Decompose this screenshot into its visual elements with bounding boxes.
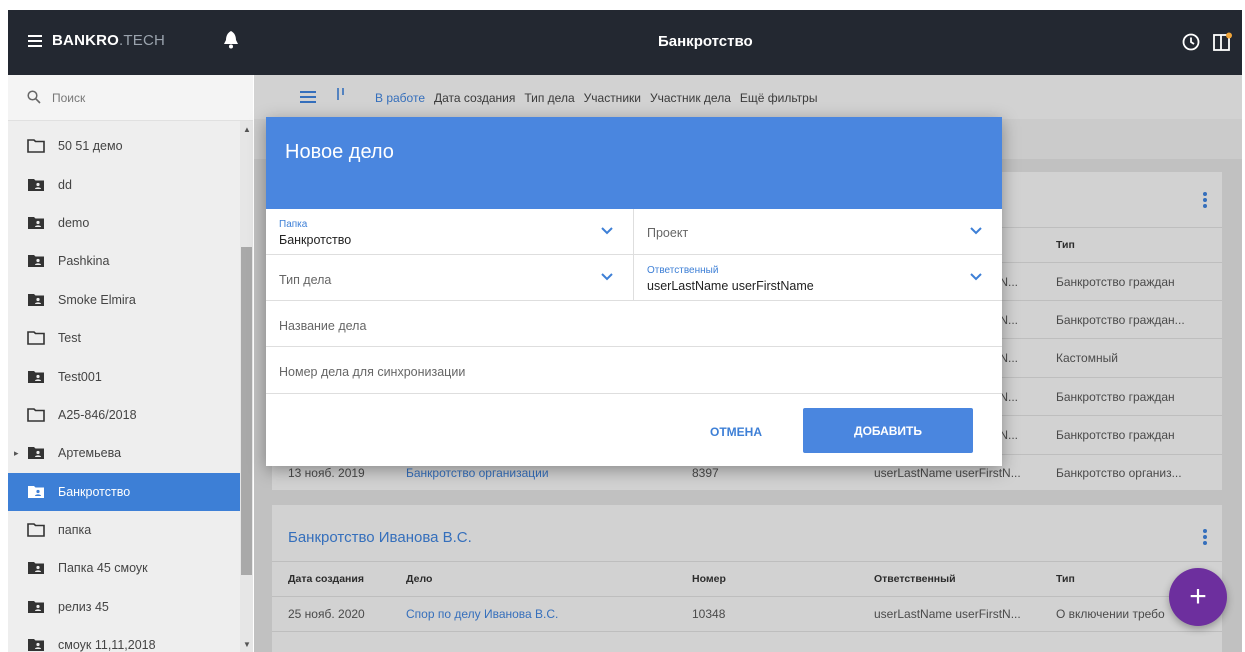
brand-suffix: .TECH bbox=[119, 32, 166, 49]
case-type-placeholder: Тип дела bbox=[279, 273, 332, 287]
sidebar-folder-item[interactable]: demo bbox=[8, 204, 240, 242]
search-icon bbox=[27, 90, 41, 104]
case-type-select[interactable]: Тип дела bbox=[266, 255, 633, 301]
folder-shared-icon bbox=[27, 370, 45, 384]
folder-shared-icon bbox=[27, 561, 45, 575]
sidebar-folder-item[interactable]: Банкротство bbox=[8, 472, 240, 511]
folder-shared-icon bbox=[27, 446, 45, 460]
sidebar-folder-item[interactable]: Test bbox=[8, 319, 240, 357]
folder-label: Smoke Elmira bbox=[58, 292, 136, 307]
folder-label: релиз 45 bbox=[58, 599, 109, 614]
chevron-down-icon bbox=[601, 273, 613, 281]
folder-shared-icon bbox=[27, 638, 45, 652]
chevron-down-icon bbox=[601, 227, 613, 235]
cancel-button[interactable]: ОТМЕНА bbox=[696, 417, 776, 447]
sidebar: Поиск 50 51 демо dd demo Pashkina Smoke Elmi… bbox=[8, 75, 253, 652]
field-divider bbox=[633, 209, 634, 301]
brand-name: BANKRO bbox=[52, 32, 120, 49]
folder-shared-icon bbox=[27, 178, 45, 192]
project-placeholder: Проект bbox=[647, 226, 689, 240]
folder-shared-icon bbox=[27, 485, 45, 499]
clock-icon[interactable] bbox=[1182, 33, 1200, 51]
sidebar-folder-item[interactable]: смоук 11,11,2018 bbox=[8, 626, 240, 652]
folder-label: смоук 11,11,2018 bbox=[58, 638, 156, 652]
expand-arrow-icon[interactable]: ▸ bbox=[14, 448, 19, 459]
search-input[interactable]: Поиск bbox=[52, 91, 85, 105]
folder-select[interactable]: Папка Банкротство bbox=[266, 209, 633, 255]
folder-list: 50 51 демо dd demo Pashkina Smoke Elmira Test… bbox=[8, 127, 240, 652]
folder-shared-icon bbox=[27, 254, 45, 268]
sync-number-placeholder: Номер дела для синхронизации bbox=[279, 365, 466, 379]
menu-icon[interactable] bbox=[28, 35, 42, 47]
new-case-dialog: Новое дело Папка Банкротство Проект Тип … bbox=[266, 117, 1002, 466]
page-title: Банкротство bbox=[658, 33, 753, 50]
sidebar-folder-item[interactable]: релиз 45 bbox=[8, 588, 240, 626]
case-name-input[interactable]: Название дела bbox=[266, 301, 1002, 347]
folder-label: Папка 45 смоук bbox=[58, 561, 148, 576]
folder-label: dd bbox=[58, 177, 72, 192]
dialog-header: Новое дело bbox=[266, 117, 1002, 209]
search-box[interactable]: Поиск bbox=[8, 75, 253, 121]
folder-label: Артемьева bbox=[58, 446, 122, 461]
top-app-bar: BANKRO.TECH Банкротство bbox=[8, 10, 1242, 75]
project-select[interactable]: Проект bbox=[634, 209, 1002, 255]
sidebar-folder-item[interactable]: Smoke Elmira bbox=[8, 281, 240, 319]
folder-label: Test001 bbox=[58, 369, 102, 384]
sidebar-folder-item[interactable]: А25-846/2018 bbox=[8, 396, 240, 434]
responsible-label: Ответственный bbox=[647, 265, 719, 276]
dialog-title: Новое дело bbox=[285, 141, 394, 163]
add-button[interactable]: ДОБАВИТЬ bbox=[803, 408, 973, 453]
chevron-down-icon bbox=[970, 273, 982, 281]
responsible-value: userLastName userFirstName bbox=[647, 279, 814, 293]
sidebar-folder-item[interactable]: dd bbox=[8, 165, 240, 203]
folder-label: А25-846/2018 bbox=[58, 407, 137, 422]
folder-shared-icon bbox=[27, 216, 45, 230]
brand-logo: BANKRO.TECH bbox=[52, 32, 165, 49]
folder-label: Pashkina bbox=[58, 254, 110, 269]
folder-label: Банкротство bbox=[58, 484, 131, 499]
folder-label: demo bbox=[58, 215, 90, 230]
sidebar-folder-item[interactable]: Папка 45 смоук bbox=[8, 549, 240, 587]
add-case-fab[interactable]: + bbox=[1169, 568, 1227, 626]
bell-icon[interactable] bbox=[223, 30, 239, 50]
chevron-down-icon bbox=[970, 227, 982, 235]
folder-outline-icon bbox=[27, 331, 45, 345]
folder-value: Банкротство bbox=[279, 233, 352, 247]
sidebar-folder-item[interactable]: ▸ Артемьева bbox=[8, 434, 240, 472]
sync-number-input[interactable]: Номер дела для синхронизации bbox=[266, 347, 1002, 394]
sidebar-folder-item[interactable]: Pashkina bbox=[8, 242, 240, 280]
sidebar-scroll-thumb[interactable] bbox=[241, 247, 252, 575]
scroll-down-arrow-icon[interactable]: ▼ bbox=[243, 640, 251, 649]
folder-shared-icon bbox=[27, 293, 45, 307]
folder-shared-icon bbox=[27, 600, 45, 614]
folder-label: 50 51 демо bbox=[58, 139, 123, 154]
responsible-select[interactable]: Ответственный userLastName userFirstName bbox=[634, 255, 1002, 301]
scroll-up-arrow-icon[interactable]: ▲ bbox=[243, 125, 251, 134]
folder-label: Папка bbox=[279, 219, 308, 230]
folder-label: Test bbox=[58, 331, 81, 346]
folder-label: папка bbox=[58, 523, 92, 538]
sidebar-folder-item[interactable]: Test001 bbox=[8, 357, 240, 395]
folder-outline-icon bbox=[27, 523, 45, 537]
case-name-placeholder: Название дела bbox=[279, 319, 367, 333]
folder-outline-icon bbox=[27, 408, 45, 422]
sidebar-folder-item[interactable]: папка bbox=[8, 511, 240, 549]
panel-icon[interactable] bbox=[1213, 32, 1233, 52]
folder-outline-icon bbox=[27, 139, 45, 153]
sidebar-folder-item[interactable]: 50 51 демо bbox=[8, 127, 240, 165]
